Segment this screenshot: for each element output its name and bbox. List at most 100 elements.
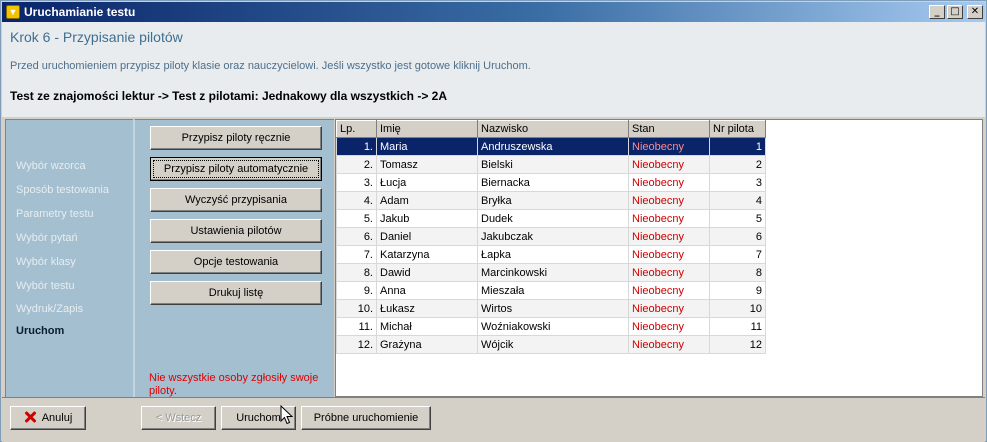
cell-stan[interactable]: Nieobecny — [628, 317, 710, 336]
cancel-button[interactable]: Anuluj — [10, 406, 86, 430]
cell-imie[interactable]: Dawid — [376, 263, 478, 282]
cell-lp[interactable]: 6. — [336, 227, 377, 246]
actions-panel: Przypisz piloty ręcznie Przypisz piloty … — [134, 119, 334, 397]
cell-nazwisko[interactable]: Andruszewska — [477, 137, 629, 156]
step-uruchom: Uruchom — [16, 325, 65, 337]
cell-nazwisko[interactable]: Biernacka — [477, 173, 629, 192]
table-row[interactable]: 10. Łukasz Wirtos Nieobecny 10 — [336, 299, 766, 318]
table-row[interactable]: 7. Katarzyna Łapka Nieobecny 7 — [336, 245, 766, 264]
cell-nr-pilota[interactable]: 6 — [709, 227, 766, 246]
students-grid[interactable]: Lp. Imię Nazwisko Stan Nr pilota 1. Maria… — [335, 119, 983, 397]
column-header-lp[interactable]: Lp. — [336, 120, 377, 138]
cell-imie[interactable]: Maria — [376, 137, 478, 156]
cell-imie[interactable]: Jakub — [376, 209, 478, 228]
cell-nr-pilota[interactable]: 9 — [709, 281, 766, 300]
table-row[interactable]: 2. Tomasz Bielski Nieobecny 2 — [336, 155, 766, 174]
cell-nazwisko[interactable]: Bielski — [477, 155, 629, 174]
cell-stan[interactable]: Nieobecny — [628, 299, 710, 318]
cell-nazwisko[interactable]: Woźniakowski — [477, 317, 629, 336]
cell-nazwisko[interactable]: Mieszała — [477, 281, 629, 300]
cell-stan[interactable]: Nieobecny — [628, 137, 710, 156]
cell-nr-pilota[interactable]: 2 — [709, 155, 766, 174]
cell-imie[interactable]: Daniel — [376, 227, 478, 246]
cell-stan[interactable]: Nieobecny — [628, 281, 710, 300]
cell-imie[interactable]: Tomasz — [376, 155, 478, 174]
column-header-stan[interactable]: Stan — [628, 120, 710, 138]
cell-nr-pilota[interactable]: 7 — [709, 245, 766, 264]
back-button[interactable]: < Wstecz — [141, 406, 216, 430]
trial-run-button[interactable]: Próbne uruchomienie — [301, 406, 431, 430]
cell-lp[interactable]: 1. — [336, 137, 377, 156]
cell-lp[interactable]: 3. — [336, 173, 377, 192]
window-title: Uruchamianie testu — [24, 5, 136, 19]
cell-nazwisko[interactable]: Bryłka — [477, 191, 629, 210]
table-row[interactable]: 1. Maria Andruszewska Nieobecny 1 — [336, 137, 766, 156]
assign-auto-button[interactable]: Przypisz piloty automatycznie — [150, 157, 322, 181]
cell-stan[interactable]: Nieobecny — [628, 227, 710, 246]
cell-lp[interactable]: 9. — [336, 281, 377, 300]
cell-nazwisko[interactable]: Dudek — [477, 209, 629, 228]
cell-imie[interactable]: Anna — [376, 281, 478, 300]
column-header-nr-pilota[interactable]: Nr pilota — [709, 120, 766, 138]
clear-assignments-button[interactable]: Wyczyść przypisania — [150, 188, 322, 212]
cell-lp[interactable]: 10. — [336, 299, 377, 318]
cell-nazwisko[interactable]: Wójcik — [477, 335, 629, 354]
warning-message: Nie wszystkie osoby zgłosiły swoje pilot… — [149, 372, 319, 397]
cell-nr-pilota[interactable]: 3 — [709, 173, 766, 192]
cell-nr-pilota[interactable]: 5 — [709, 209, 766, 228]
cell-stan[interactable]: Nieobecny — [628, 335, 710, 354]
table-row[interactable]: 3. Łucja Biernacka Nieobecny 3 — [336, 173, 766, 192]
cell-nr-pilota[interactable]: 10 — [709, 299, 766, 318]
cell-lp[interactable]: 8. — [336, 263, 377, 282]
assign-manual-button[interactable]: Przypisz piloty ręcznie — [150, 126, 322, 150]
cell-stan[interactable]: Nieobecny — [628, 263, 710, 282]
cell-nr-pilota[interactable]: 12 — [709, 335, 766, 354]
cell-lp[interactable]: 12. — [336, 335, 377, 354]
cell-nazwisko[interactable]: Marcinkowski — [477, 263, 629, 282]
cell-imie[interactable]: Łucja — [376, 173, 478, 192]
cell-lp[interactable]: 4. — [336, 191, 377, 210]
table-row[interactable]: 8. Dawid Marcinkowski Nieobecny 8 — [336, 263, 766, 282]
pilot-settings-button[interactable]: Ustawienia pilotów — [150, 219, 322, 243]
cell-nazwisko[interactable]: Jakubczak — [477, 227, 629, 246]
cell-lp[interactable]: 7. — [336, 245, 377, 264]
step-title: Krok 6 - Przypisanie pilotów — [10, 29, 183, 45]
cell-stan[interactable]: Nieobecny — [628, 191, 710, 210]
table-row[interactable]: 4. Adam Bryłka Nieobecny 4 — [336, 191, 766, 210]
table-row[interactable]: 11. Michał Woźniakowski Nieobecny 11 — [336, 317, 766, 336]
cell-lp[interactable]: 11. — [336, 317, 377, 336]
cell-lp[interactable]: 5. — [336, 209, 377, 228]
main-window: ▼ Uruchamianie testu _ □ ✕ Krok 6 - Przy… — [0, 0, 987, 442]
title-bar[interactable]: ▼ Uruchamianie testu _ □ ✕ — [2, 2, 985, 22]
cell-stan[interactable]: Nieobecny — [628, 155, 710, 174]
table-row[interactable]: 12. Grażyna Wójcik Nieobecny 12 — [336, 335, 766, 354]
table-row[interactable]: 9. Anna Mieszała Nieobecny 9 — [336, 281, 766, 300]
wizard-header: Krok 6 - Przypisanie pilotów Przed uruch… — [2, 22, 985, 117]
cell-nr-pilota[interactable]: 11 — [709, 317, 766, 336]
cell-nazwisko[interactable]: Łapka — [477, 245, 629, 264]
cell-nr-pilota[interactable]: 8 — [709, 263, 766, 282]
cell-nr-pilota[interactable]: 4 — [709, 191, 766, 210]
cell-imie[interactable]: Adam — [376, 191, 478, 210]
table-row[interactable]: 6. Daniel Jakubczak Nieobecny 6 — [336, 227, 766, 246]
step-sposob-testowania: Sposób testowania — [16, 184, 109, 196]
step-wybor-wzorca: Wybór wzorca — [16, 160, 86, 172]
cell-imie[interactable]: Michał — [376, 317, 478, 336]
cell-stan[interactable]: Nieobecny — [628, 245, 710, 264]
cell-imie[interactable]: Łukasz — [376, 299, 478, 318]
minimize-icon[interactable]: _ — [929, 5, 945, 19]
cell-nr-pilota[interactable]: 1 — [709, 137, 766, 156]
cell-imie[interactable]: Katarzyna — [376, 245, 478, 264]
maximize-icon[interactable]: □ — [947, 5, 963, 19]
close-icon[interactable]: ✕ — [967, 5, 983, 19]
column-header-nazwisko[interactable]: Nazwisko — [477, 120, 629, 138]
cell-stan[interactable]: Nieobecny — [628, 209, 710, 228]
cell-imie[interactable]: Grażyna — [376, 335, 478, 354]
column-header-imie[interactable]: Imię — [376, 120, 478, 138]
cell-nazwisko[interactable]: Wirtos — [477, 299, 629, 318]
print-list-button[interactable]: Drukuj listę — [150, 281, 322, 305]
cell-lp[interactable]: 2. — [336, 155, 377, 174]
table-row[interactable]: 5. Jakub Dudek Nieobecny 5 — [336, 209, 766, 228]
testing-options-button[interactable]: Opcje testowania — [150, 250, 322, 274]
cell-stan[interactable]: Nieobecny — [628, 173, 710, 192]
